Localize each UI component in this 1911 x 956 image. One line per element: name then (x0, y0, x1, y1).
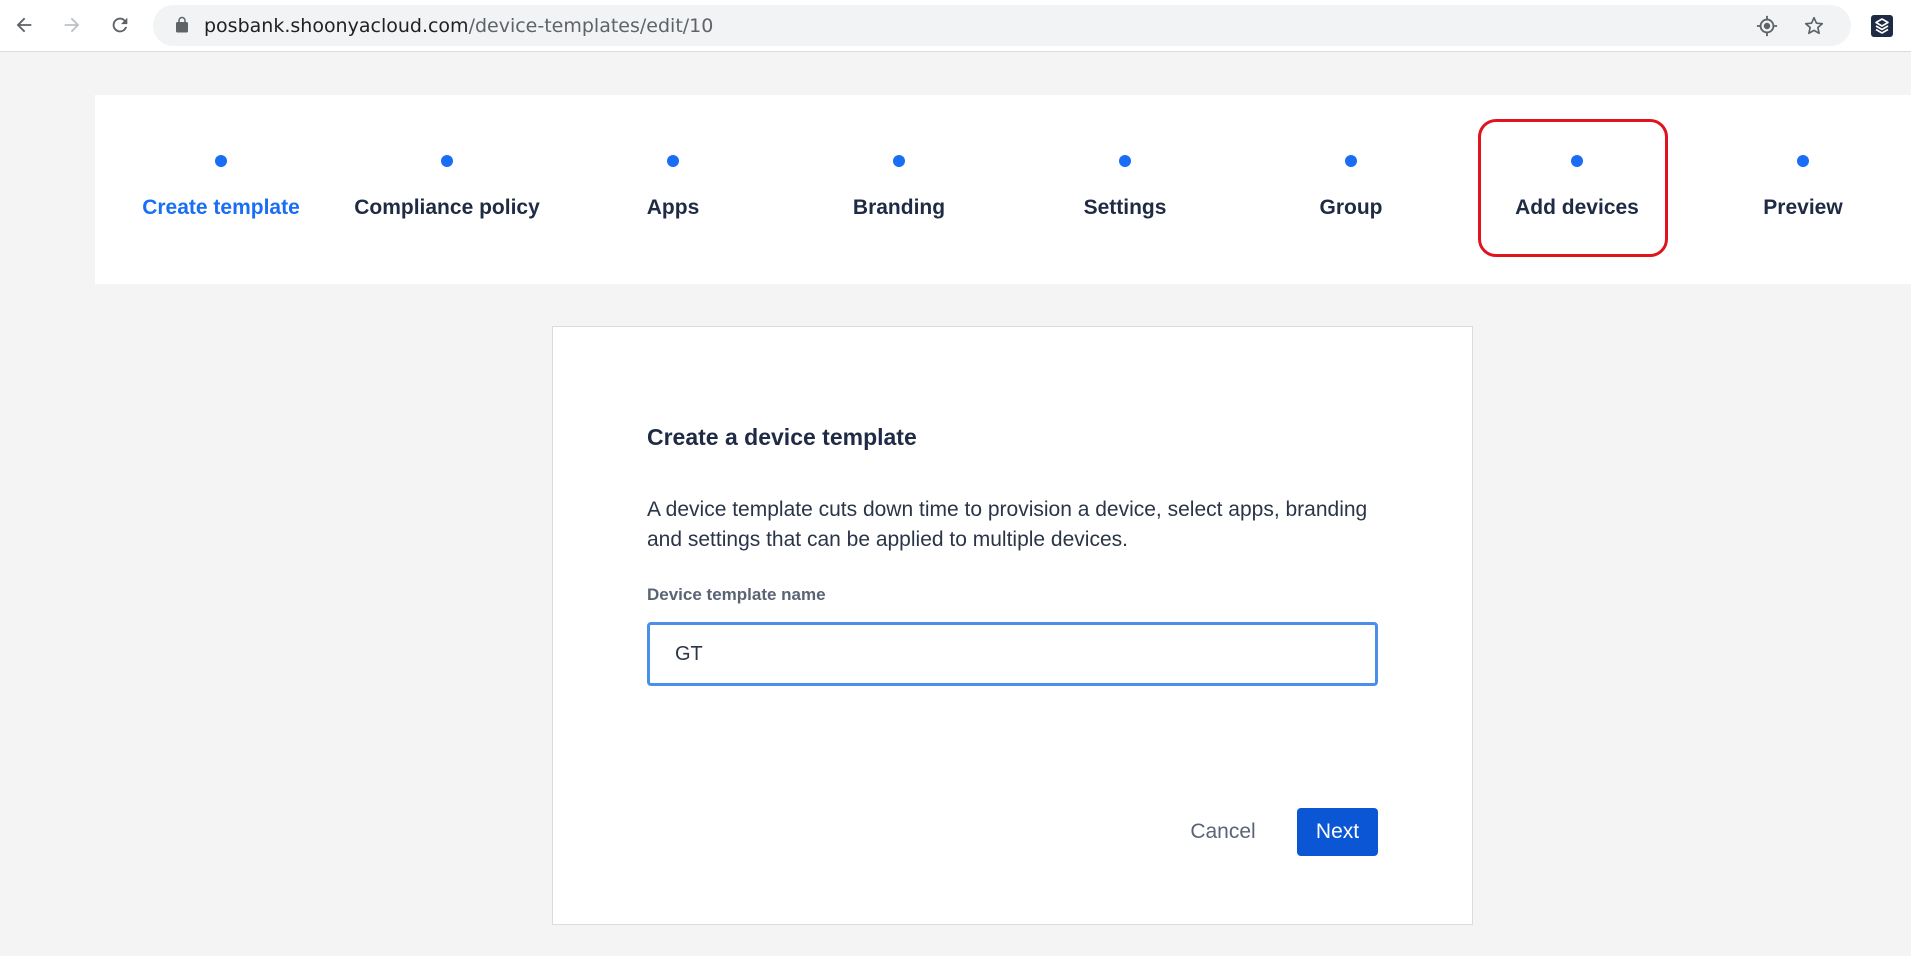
step-add-devices[interactable]: Add devices (1477, 95, 1677, 284)
step-label: Settings (1083, 196, 1167, 219)
back-arrow-icon (16, 17, 32, 33)
card-title: Create a device template (647, 424, 917, 450)
step-label: Apps (646, 196, 700, 219)
back-button[interactable] (7, 8, 41, 42)
step-apps[interactable]: Apps (573, 95, 773, 284)
card-description: A device template cuts down time to prov… (647, 498, 1368, 551)
template-name-input[interactable] (647, 622, 1378, 686)
step-dot (1797, 155, 1809, 167)
url-path: /device-templates/edit/10 (468, 15, 714, 37)
step-dot (1571, 155, 1583, 167)
next-button[interactable]: Next (1297, 808, 1378, 856)
step-label: Compliance policy (354, 196, 540, 219)
step-dot (441, 155, 453, 167)
forward-arrow-icon (64, 17, 80, 33)
extension-icon[interactable] (1870, 14, 1894, 38)
step-label: Add devices (1515, 196, 1639, 219)
step-dot (215, 155, 227, 167)
lock-icon (176, 16, 188, 33)
step-label: Create template (142, 196, 300, 219)
step-label: Group (1319, 196, 1383, 219)
progress-stepper: Create template Compliance policy Apps B… (95, 95, 1911, 284)
reload-icon (112, 17, 128, 33)
step-label: Branding (852, 196, 946, 219)
browser-toolbar: posbank.shoonyacloud.com/device-template… (0, 0, 1911, 52)
star-icon[interactable] (1803, 15, 1825, 37)
url-host: posbank.shoonyacloud.com (204, 15, 469, 37)
step-dot (1119, 155, 1131, 167)
step-compliance-policy[interactable]: Compliance policy (347, 95, 547, 284)
step-label: Preview (1763, 196, 1843, 219)
step-group[interactable]: Group (1251, 95, 1451, 284)
forward-button[interactable] (55, 8, 89, 42)
step-settings[interactable]: Settings (1025, 95, 1225, 284)
reload-button[interactable] (103, 8, 137, 42)
step-branding[interactable]: Branding (799, 95, 999, 284)
step-preview[interactable]: Preview (1703, 95, 1903, 284)
url-text: posbank.shoonyacloud.com/device-template… (204, 15, 713, 37)
step-create-template[interactable]: Create template (121, 95, 321, 284)
address-bar[interactable]: posbank.shoonyacloud.com/device-template… (153, 5, 1851, 46)
location-icon[interactable] (1756, 15, 1778, 37)
step-dot (667, 155, 679, 167)
cancel-button[interactable]: Cancel (1176, 808, 1270, 856)
template-name-label: Device template name (647, 585, 826, 604)
step-dot (893, 155, 905, 167)
step-dot (1345, 155, 1357, 167)
